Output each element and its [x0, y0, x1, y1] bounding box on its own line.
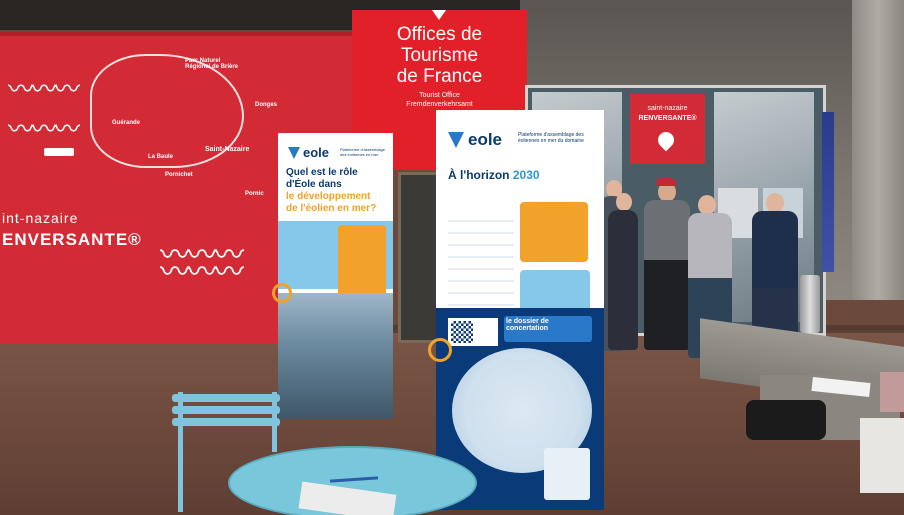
map-label: Pornic [245, 191, 264, 197]
person-head [698, 195, 716, 215]
rollup-tagline: Plateforme d'assemblage des éoliennes en… [518, 132, 584, 144]
tourism-title-1: Offices de [396, 24, 483, 45]
person [752, 211, 798, 339]
red-cap [656, 178, 676, 186]
aerial-photo [278, 293, 393, 419]
tourism-title-2: Tourisme [400, 45, 479, 66]
tourism-subtitle-1: Tourist Office [419, 92, 460, 99]
rollup-title-text: À l'horizon [448, 168, 510, 182]
concrete-pillar [852, 0, 904, 300]
rollup-title-1: Quel est le rôle [286, 167, 358, 178]
photo-scene: 〰〰〰 〰〰〰 〰〰〰 〰〰〰 Guérande La Baule Pornic… [0, 0, 904, 515]
eole-logo: eole [468, 130, 503, 149]
sign-line-2: RENVERSANTE® [638, 115, 697, 122]
wave-icon: 〰〰〰 [160, 256, 244, 289]
brand-line-1: int-nazaire [2, 210, 79, 226]
white-box [860, 418, 904, 493]
qr-pattern [451, 321, 473, 343]
rollup-title-4: de l'éolien en mer? [286, 203, 377, 214]
rollup-banner-right: eole Plateforme d'assemblage des éolienn… [428, 110, 604, 510]
chair-slat [172, 406, 280, 414]
rollup-text-list [448, 210, 514, 310]
map-legend [544, 448, 590, 500]
saint-nazaire-sign: saint-nazaire RENVERSANTE® [630, 94, 705, 164]
pink-bag [880, 372, 904, 412]
rollup-title: À l'horizon 2030 [448, 168, 540, 182]
map-label: Parc Naturel Régional de Brière [185, 58, 239, 70]
rollup-year: 2030 [512, 168, 540, 182]
tourism-title-3: de France [396, 66, 483, 87]
chair-leg [272, 392, 277, 452]
person-head [616, 193, 632, 211]
blue-flag [822, 112, 834, 272]
chair-slat [172, 418, 280, 426]
rollup-title-2: d'Éole dans [286, 179, 342, 190]
rollup-title-3: le développement [286, 191, 371, 202]
rollup-tagline: Plateforme d'assemblage des éoliennes en… [340, 147, 386, 157]
qr-code [448, 318, 498, 346]
chair-slat [172, 394, 280, 402]
wave-icon: 〰〰〰 [8, 114, 80, 144]
trash-bin [800, 275, 820, 333]
map-label: Pornichet [165, 172, 193, 178]
tourism-subtitle-2: Fremdenverkehrsamt [406, 101, 473, 108]
person-head [766, 193, 784, 213]
map-label: Guérande [112, 120, 141, 126]
map-label: Saint-Nazaire [205, 146, 250, 153]
eole-logo: eole [303, 145, 330, 160]
boat-icon [44, 148, 74, 156]
wifi-icon [272, 283, 292, 303]
eole-shield-icon [448, 132, 464, 148]
eole-shield-icon [288, 147, 300, 159]
brand-line-2: ENVERSANTE® [2, 230, 142, 249]
wave-icon: 〰〰〰 [8, 74, 80, 104]
concertation-badge: le dossier de concertation [504, 316, 592, 342]
wifi-icon [428, 338, 452, 362]
marianne-icon [432, 10, 446, 20]
black-bag [746, 400, 826, 440]
person [608, 210, 638, 350]
map-label: Donges [255, 102, 278, 108]
rollup-orange-panel [520, 202, 588, 262]
chair-leg [178, 392, 183, 512]
person [644, 200, 690, 350]
rollup-banner-left: eole Plateforme d'assemblage des éolienn… [272, 133, 393, 419]
map-label: La Baule [148, 154, 174, 160]
sign-line-1: saint-nazaire [647, 105, 688, 112]
